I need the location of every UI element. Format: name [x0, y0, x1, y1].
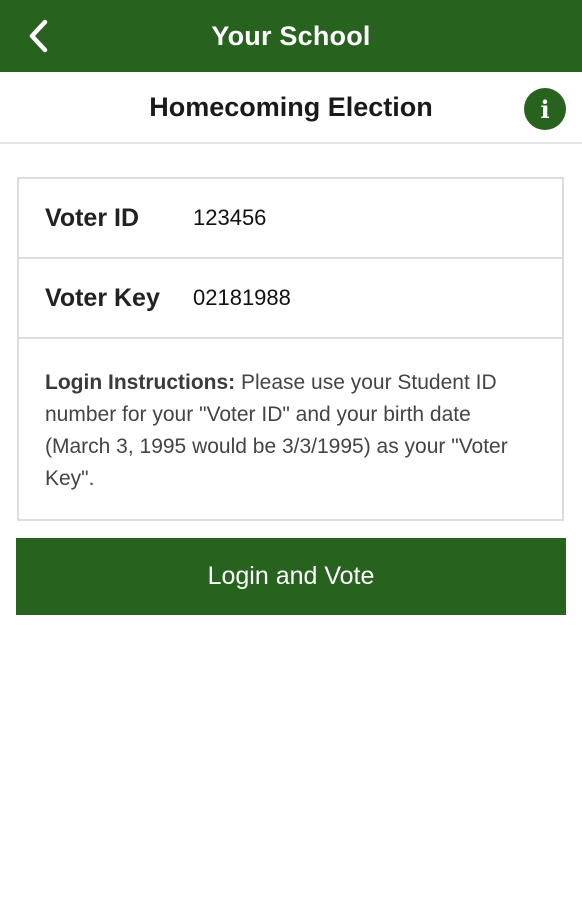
voter-key-label: Voter Key [45, 283, 160, 312]
app-title: Your School [211, 20, 371, 51]
login-and-vote-button[interactable]: Login and Vote [16, 538, 566, 615]
login-card: Voter ID Voter Key Login Instructions: P… [17, 177, 564, 521]
voter-id-label: Voter ID [45, 203, 139, 232]
back-button[interactable] [18, 14, 58, 58]
login-instructions-lead: Login Instructions: [45, 371, 236, 394]
info-button[interactable]: i [524, 88, 566, 130]
info-icon: i [540, 94, 550, 124]
app-bar: Your School [0, 0, 582, 72]
login-instructions: Login Instructions: Please use your Stud… [19, 339, 562, 495]
voter-id-input[interactable] [193, 205, 562, 231]
voter-key-input[interactable] [193, 285, 562, 311]
voter-id-row: Voter ID [19, 179, 562, 259]
election-header: Homecoming Election i [0, 72, 582, 144]
election-title: Homecoming Election [149, 91, 433, 122]
voter-key-row: Voter Key [19, 259, 562, 339]
chevron-left-icon [29, 19, 48, 53]
